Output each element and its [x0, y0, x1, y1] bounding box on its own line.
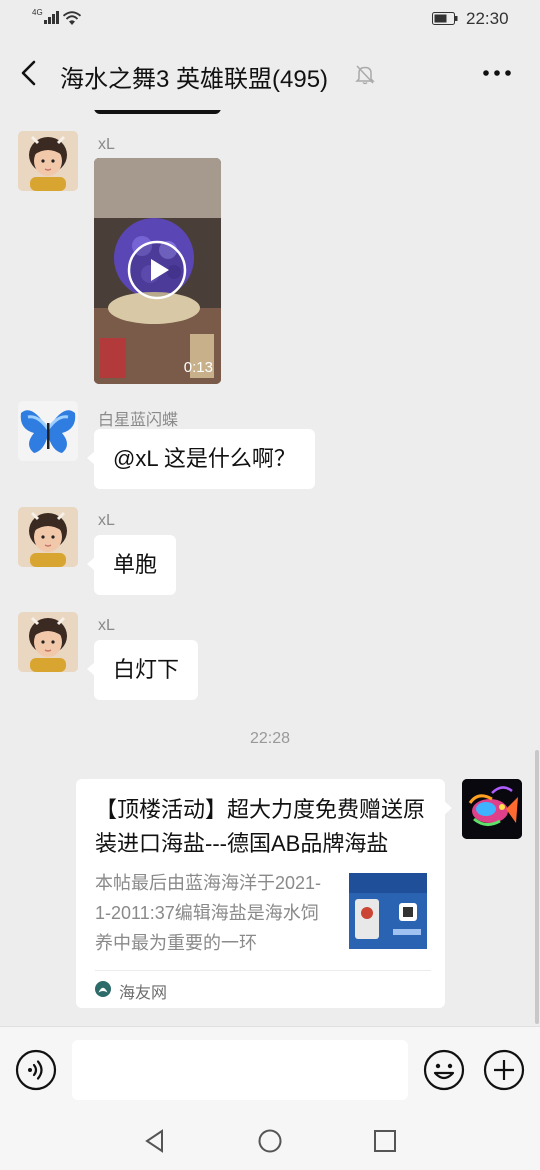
system-nav-bar: [0, 1112, 540, 1170]
child-portrait-icon: [18, 507, 78, 567]
message-bubble[interactable]: @xL 这是什么啊？: [87, 429, 315, 489]
sender-name: xL: [98, 512, 115, 529]
emoji-icon[interactable]: [423, 1049, 465, 1091]
child-portrait-icon: [18, 131, 78, 191]
previous-message-partial: [94, 110, 221, 114]
link-card-title: 【顶楼活动】超大力度免费赠送原装进口海盐---德国AB品牌海盐: [95, 797, 426, 856]
source-logo-icon: [95, 981, 111, 997]
butterfly-icon: [18, 401, 78, 461]
chat-header: 海水之舞3 英雄联盟(495): [0, 38, 540, 110]
time-divider: 22:28: [249, 730, 291, 747]
wifi-icon: [62, 11, 82, 25]
video-duration: 0:13: [183, 359, 213, 376]
message-bubble[interactable]: 单胞: [86, 535, 177, 595]
link-card-source: 海友网: [119, 985, 168, 1002]
chat-title: 海水之舞3 英雄联盟(495): [60, 66, 329, 93]
status-bar: 4G 22:30: [0, 0, 540, 38]
nav-back-icon[interactable]: [142, 1128, 168, 1154]
video-message[interactable]: 0:13: [94, 158, 221, 384]
battery-icon: [432, 12, 458, 25]
scrollbar[interactable]: [535, 750, 539, 1024]
avatar-xl[interactable]: [18, 612, 78, 672]
message-input[interactable]: [72, 1040, 408, 1100]
link-card-thumbnail: [349, 873, 427, 949]
my-avatar[interactable]: [462, 779, 522, 839]
play-icon[interactable]: [127, 240, 187, 300]
avatar-butterfly[interactable]: [18, 401, 78, 461]
sender-name: xL: [98, 136, 115, 153]
link-card-description: 本帖最后由蓝海海洋于2021-1-2011:37编辑海盐是海水饲养中最为重要的一…: [95, 873, 322, 953]
signal-icon: [44, 11, 60, 24]
plus-icon[interactable]: [483, 1049, 525, 1091]
avatar-xl[interactable]: [18, 131, 78, 191]
avatar-xl[interactable]: [18, 507, 78, 567]
nav-home-icon[interactable]: [257, 1128, 283, 1154]
clock: 22:30: [466, 9, 509, 28]
bell-muted-icon: [355, 65, 375, 85]
sender-name: xL: [98, 617, 115, 634]
message-bubble[interactable]: 白灯下: [86, 640, 199, 700]
back-chevron-icon[interactable]: [14, 58, 44, 88]
network-type: 4G: [32, 8, 43, 17]
voice-icon[interactable]: [15, 1049, 57, 1091]
input-bar: [0, 1026, 540, 1112]
sender-name: 白星蓝闪蝶: [98, 412, 179, 429]
divider: [95, 970, 431, 971]
nav-recent-icon[interactable]: [372, 1128, 398, 1154]
mandarin-fish-icon: [462, 779, 522, 839]
message-list[interactable]: xL 0:13 白星蓝闪蝶 @xL 这是什么啊？ xL 单胞 xL 白灯下 22…: [0, 110, 540, 1026]
more-dots-icon[interactable]: [480, 60, 514, 86]
child-portrait-icon: [18, 612, 78, 672]
link-card[interactable]: 【顶楼活动】超大力度免费赠送原装进口海盐---德国AB品牌海盐 本帖最后由蓝海海…: [76, 779, 452, 1008]
